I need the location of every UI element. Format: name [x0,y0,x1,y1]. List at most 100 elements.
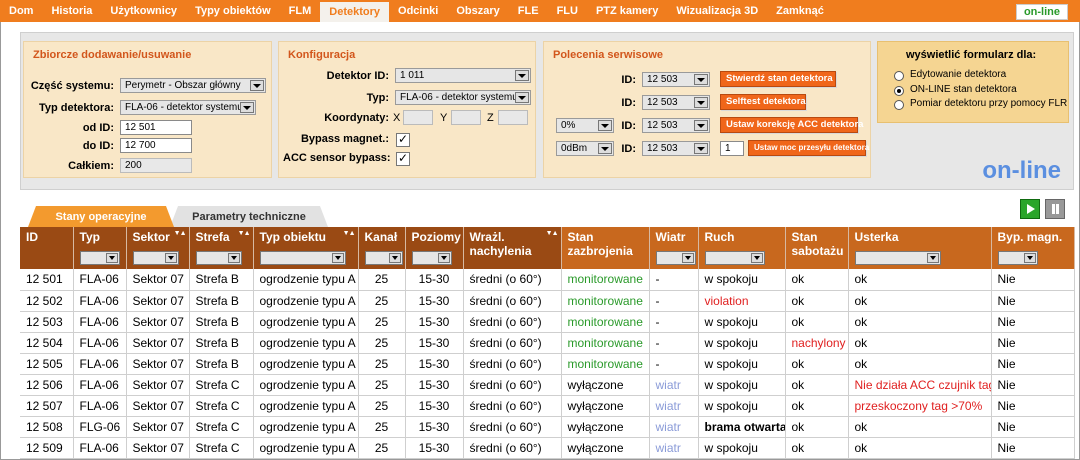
column-header[interactable]: Ruch [698,227,786,269]
chevron-down-icon [164,253,177,263]
sort-icon[interactable]: ▼▲ [238,230,251,237]
column-header[interactable]: Wrażl. nachylenia ▼▲ [463,227,562,269]
column-filter-select[interactable] [195,251,242,265]
column-header[interactable]: Typ obiektu ▼▲ [253,227,359,269]
column-filter-select[interactable] [79,251,120,265]
bypass-magnet-checkbox[interactable]: ✓ [396,133,410,147]
column-header[interactable]: Strefa ▼▲ [189,227,254,269]
table-cell: monitorowane [561,332,650,354]
column-filter-select[interactable] [411,251,452,265]
column-filter-select[interactable] [364,251,403,265]
system-part-label: Część systemu: [30,80,114,92]
nav-item-2[interactable]: Użytkownicy [101,0,186,22]
column-header[interactable]: Stan zazbrojenia [561,227,650,269]
table-header-row: ID Typ Sektor ▼▲ Strefa ▼▲ Typ obiektu ▼▲ Kanał P… [20,227,1075,269]
table-row[interactable]: 12 509 FLA-06 Sektor 07 Strefa Cogrodzenie … [20,437,1075,459]
table-cell: 12 502 [20,290,74,312]
set-transmit-power-button[interactable]: Ustaw moc przesyłu detektora [748,140,869,156]
table-cell: Sektor 07 [126,290,190,312]
radio-flr-measurement[interactable] [894,100,904,110]
nav-item-9[interactable]: FLU [548,0,587,22]
pause-icon[interactable] [1045,199,1065,219]
nav-item-0[interactable]: Dom [0,0,42,22]
acc-sensor-bypass-label: ACC sensor bypass: [283,152,391,164]
table-cell: w spokoju [698,437,786,459]
selftest-button[interactable]: Selftest detektora [720,94,806,110]
column-header[interactable]: Wiatr [649,227,699,269]
table-row[interactable]: 12 503 FLA-06 Sektor 07 Strefa Bogrodzenie … [20,311,1075,333]
transmit-power-select[interactable]: 0dBm [556,141,614,156]
set-acc-correction-button[interactable]: Ustaw korekcję ACC detektora [720,117,863,133]
radio-edit-detector[interactable] [894,71,904,81]
nav-item-4[interactable]: FLM [280,0,321,22]
play-icon[interactable] [1020,199,1040,219]
service-id-select[interactable]: 12 503 [642,72,710,87]
detector-id-select[interactable]: 1 011 [395,68,531,83]
nav-item-8[interactable]: FLE [509,0,548,22]
nav-item-11[interactable]: Wizualizacja 3D [667,0,767,22]
service-id-select[interactable]: 12 503 [642,141,710,156]
check-detector-state-button[interactable]: Stwierdź stan detektora [720,71,836,87]
column-header[interactable]: Byp. magn. [991,227,1075,269]
column-header[interactable]: Kanał [358,227,406,269]
table-row[interactable]: 12 506 FLA-06 Sektor 07 Strefa Cogrodzenie … [20,374,1075,396]
y-input[interactable] [451,110,481,125]
table-row[interactable]: 12 504 FLA-06 Sektor 07 Strefa Bogrodzenie … [20,332,1075,354]
acc-sensor-bypass-checkbox[interactable]: ✓ [396,152,410,166]
tab-operational-states[interactable]: Stany operacyjne [28,206,174,227]
detector-type-select[interactable]: FLA-06 - detektor systemu [120,100,256,115]
chevron-down-icon [694,97,708,108]
nav-item-6[interactable]: Odcinki [389,0,447,22]
nav-item-7[interactable]: Obszary [447,0,508,22]
table-row[interactable]: 12 505 FLA-06 Sektor 07 Strefa Bogrodzenie … [20,353,1075,375]
chevron-down-icon [515,70,529,81]
column-filter-select[interactable] [259,251,346,265]
table-cell: w spokoju [698,395,786,417]
column-filter-select[interactable] [655,251,696,265]
column-header[interactable]: Poziomy [405,227,464,269]
table-cell: 25 [358,269,406,291]
column-filter-select[interactable] [854,251,941,265]
column-header[interactable]: Typ [73,227,127,269]
table-cell: Nie [991,290,1075,312]
column-header[interactable]: ID [20,227,74,269]
table-cell: Strefa B [189,269,254,291]
table-row[interactable]: 12 501 FLA-06 Sektor 07 Strefa Bogrodzenie … [20,269,1075,291]
column-filter-select[interactable] [132,251,179,265]
sort-icon[interactable]: ▼▲ [546,230,559,237]
table-row[interactable]: 12 508 FLG-06 Sektor 07 Strefa Cogrodzenie … [20,416,1075,438]
type-select[interactable]: FLA-06 - detektor systemu [395,90,531,105]
table-row[interactable]: 12 502 FLA-06 Sektor 07 Strefa Bogrodzenie … [20,290,1075,312]
to-id-input[interactable]: 12 700 [120,138,192,153]
service-id-select[interactable]: 12 503 [642,118,710,133]
nav-item-10[interactable]: PTZ kamery [587,0,667,22]
nav-item-5[interactable]: Detektory [320,2,390,22]
system-part-select[interactable]: Perymetr - Obszar główny [120,78,266,93]
column-header[interactable]: Usterka [848,227,992,269]
sort-icon[interactable]: ▼▲ [343,230,356,237]
radio-label: ON-LINE stan detektora [910,84,1017,95]
nav-item-1[interactable]: Historia [42,0,101,22]
acc-correction-select[interactable]: 0% [556,118,614,133]
tab-technical-parameters[interactable]: Parametry techniczne [170,206,328,227]
column-header[interactable]: Sektor ▼▲ [126,227,190,269]
sort-icon[interactable]: ▼▲ [174,230,187,237]
table-cell: Strefa B [189,353,254,375]
from-id-input[interactable]: 12 501 [120,120,192,135]
chevron-down-icon [694,120,708,131]
power-value-input[interactable]: 1 [720,141,744,156]
column-header[interactable]: Stan sabotażu [785,227,849,269]
column-filter-select[interactable] [997,251,1038,265]
chevron-down-icon [750,253,763,263]
table-row[interactable]: 12 507 FLA-06 Sektor 07 Strefa Cogrodzenie … [20,395,1075,417]
table-cell: ogrodzenie typu A [253,416,359,438]
service-id-select[interactable]: 12 503 [642,95,710,110]
type-label: Typ: [366,92,389,104]
nav-item-12[interactable]: Zamknąć [767,0,833,22]
nav-item-3[interactable]: Typy obiektów [186,0,280,22]
z-input[interactable] [498,110,528,125]
table-cell: Sektor 07 [126,437,190,459]
column-filter-select[interactable] [704,251,765,265]
x-input[interactable] [403,110,433,125]
radio-online-state[interactable] [894,86,904,96]
